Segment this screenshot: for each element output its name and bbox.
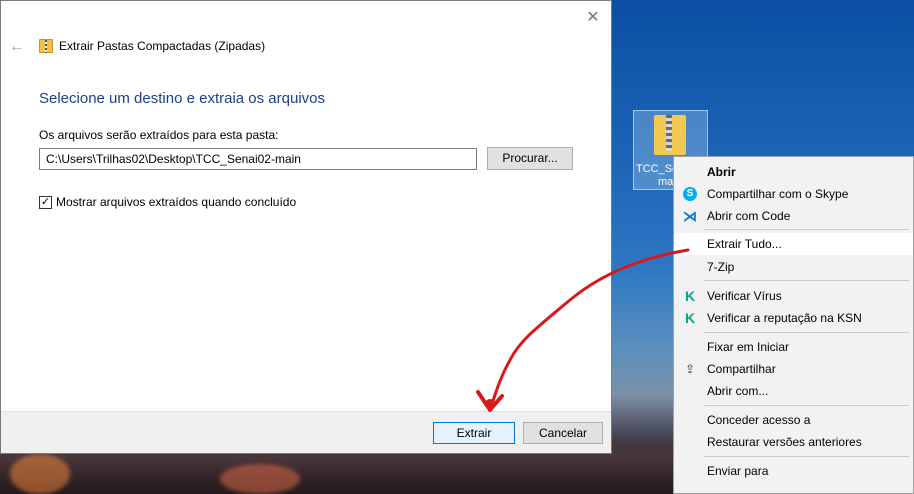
back-button[interactable]: ← [9, 37, 25, 57]
skype-icon: S [683, 187, 697, 201]
menu-separator [704, 280, 909, 281]
show-files-checkbox[interactable]: ✓ [39, 195, 52, 209]
menu-item-pin-start[interactable]: Fixar em Iniciar [674, 336, 913, 358]
menu-item-label: Verificar a reputação na KSN [707, 311, 862, 325]
light-glow [10, 454, 70, 494]
menu-item-scan-virus[interactable]: K Verificar Vírus [674, 285, 913, 307]
dialog-footer: Extrair Cancelar [1, 411, 611, 453]
cancel-button[interactable]: Cancelar [523, 422, 603, 444]
menu-item-open-with[interactable]: Abrir com... [674, 380, 913, 402]
extract-dialog: ✕ ← Extrair Pastas Compactadas (Zipadas)… [0, 0, 612, 454]
menu-item-label: Abrir [707, 165, 736, 179]
dialog-title: Extrair Pastas Compactadas (Zipadas) [59, 39, 266, 53]
menu-item-label: Compartilhar com o Skype [707, 187, 849, 201]
menu-item-open[interactable]: Abrir [674, 161, 913, 183]
menu-item-label: 7-Zip [707, 260, 735, 274]
show-files-option[interactable]: ✓ Mostrar arquivos extraídos quando conc… [39, 195, 296, 209]
menu-item-label: Restaurar versões anteriores [707, 435, 862, 449]
menu-item-7zip[interactable]: 7-Zip [674, 256, 913, 278]
kaspersky-icon: K [684, 310, 696, 326]
vscode-icon: ⋊ [683, 208, 697, 224]
menu-item-ksn-reputation[interactable]: K Verificar a reputação na KSN [674, 307, 913, 329]
close-button[interactable]: ✕ [581, 7, 605, 29]
back-arrow-icon: ← [9, 38, 25, 55]
menu-item-restore-versions[interactable]: Restaurar versões anteriores [674, 431, 913, 453]
light-glow [220, 464, 300, 494]
menu-item-label: Abrir com Code [707, 209, 791, 223]
close-icon: ✕ [586, 9, 600, 26]
context-menu: Abrir S Compartilhar com o Skype ⋊ Abrir… [673, 156, 914, 494]
destination-path-input[interactable] [39, 148, 477, 170]
menu-item-share[interactable]: ⇪ Compartilhar [674, 358, 913, 380]
menu-item-send-to[interactable]: Enviar para [674, 460, 913, 482]
zip-folder-icon [39, 39, 53, 53]
menu-item-label: Conceder acesso a [707, 413, 811, 427]
kaspersky-icon: K [684, 288, 696, 304]
share-icon: ⇪ [684, 362, 696, 376]
menu-item-label: Verificar Vírus [707, 289, 782, 303]
menu-item-grant-access[interactable]: Conceder acesso a [674, 409, 913, 431]
menu-separator [704, 332, 909, 333]
menu-separator [704, 229, 909, 230]
menu-separator [704, 456, 909, 457]
menu-item-share-skype[interactable]: S Compartilhar com o Skype [674, 183, 913, 205]
show-files-label: Mostrar arquivos extraídos quando conclu… [56, 195, 297, 209]
menu-item-label: Enviar para [707, 464, 769, 478]
extract-button[interactable]: Extrair [433, 422, 515, 444]
menu-item-label: Abrir com... [707, 384, 769, 398]
menu-item-label: Fixar em Iniciar [707, 340, 790, 354]
destination-label: Os arquivos serão extraídos para esta pa… [39, 128, 279, 142]
browse-button[interactable]: Procurar... [487, 147, 573, 170]
menu-item-label: Extrair Tudo... [707, 237, 782, 251]
zip-folder-icon [654, 115, 686, 155]
menu-separator [704, 405, 909, 406]
dialog-heading: Selecione um destino e extraia os arquiv… [39, 90, 325, 107]
menu-item-label: Compartilhar [707, 362, 776, 376]
dialog-title-row: Extrair Pastas Compactadas (Zipadas) [39, 39, 265, 53]
menu-item-extract-all[interactable]: Extrair Tudo... [674, 233, 913, 255]
menu-item-open-with-code[interactable]: ⋊ Abrir com Code [674, 205, 913, 227]
